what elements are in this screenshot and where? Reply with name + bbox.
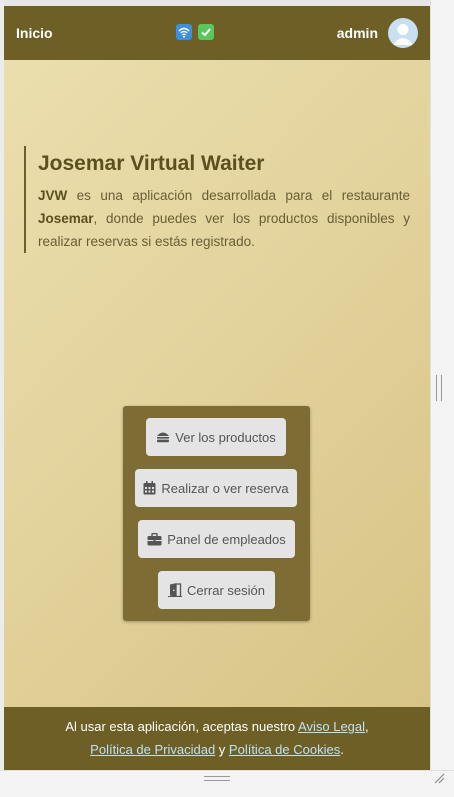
corner-resize-grip-icon[interactable] — [433, 772, 445, 784]
vertical-resize-handle[interactable] — [436, 375, 442, 401]
main-menu-panel: Ver los productos Realizar o ver reserva — [123, 406, 310, 621]
window-frame-bottom — [0, 770, 454, 797]
check-icon — [198, 24, 214, 40]
brand-abbrev: JVW — [38, 188, 68, 203]
user-avatar-icon[interactable] — [388, 18, 418, 48]
navbar: Inicio admin — [4, 6, 430, 60]
username-label[interactable]: admin — [337, 6, 378, 60]
employee-panel-button[interactable]: Panel de empleados — [138, 520, 295, 558]
cookies-policy-link[interactable]: Política de Cookies — [229, 742, 340, 757]
status-icons — [176, 24, 214, 40]
horizontal-resize-handle[interactable] — [204, 776, 230, 781]
home-link[interactable]: Inicio — [16, 6, 53, 60]
burger-icon — [157, 432, 170, 443]
reservation-button[interactable]: Realizar o ver reserva — [135, 469, 297, 507]
app-viewport: Inicio admin Josemar Virtual Waiter JVW … — [4, 6, 430, 770]
wifi-icon — [176, 24, 192, 40]
page-title: Josemar Virtual Waiter — [38, 152, 265, 175]
intro-description: JVW es una aplicación desarrollada para … — [38, 188, 410, 249]
restaurant-name: Josemar — [38, 211, 94, 226]
intro-section: Josemar Virtual Waiter JVW es una aplica… — [24, 146, 410, 253]
door-exit-icon — [167, 583, 182, 597]
logout-button[interactable]: Cerrar sesión — [158, 571, 275, 609]
calendar-icon — [143, 481, 156, 495]
window-frame-right — [430, 0, 454, 797]
legal-notice-link[interactable]: Aviso Legal — [298, 719, 365, 734]
privacy-policy-link[interactable]: Política de Privacidad — [90, 742, 215, 757]
footer: Al usar esta aplicación, aceptas nuestro… — [4, 707, 430, 770]
view-products-button[interactable]: Ver los productos — [146, 418, 286, 456]
briefcase-icon — [147, 532, 162, 545]
